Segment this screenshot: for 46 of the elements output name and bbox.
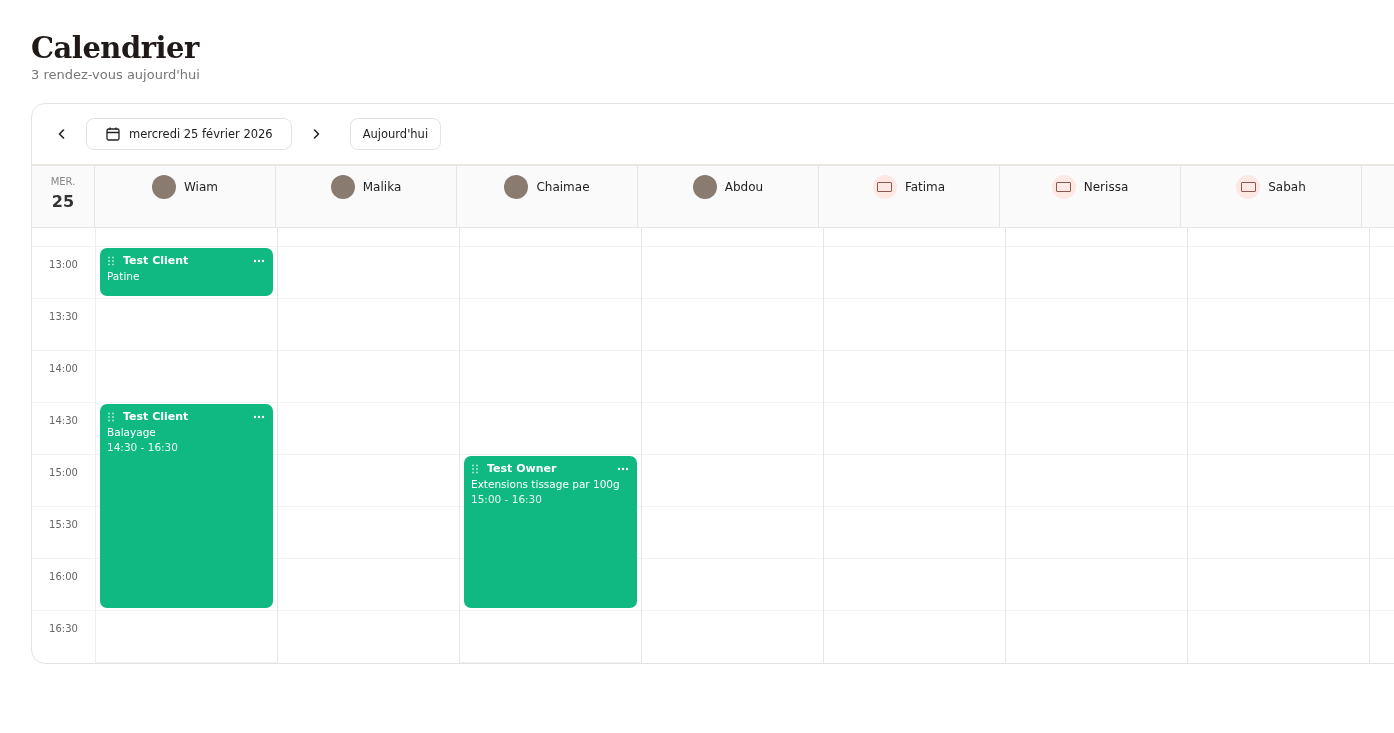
service-name: Extensions tissage par 100g [471, 478, 621, 490]
logo-avatar-icon [1051, 175, 1076, 199]
staff-name: Fatima [904, 179, 946, 196]
appointment-card[interactable]: Test Client Balayage 14:30 - 16:30 [100, 404, 273, 608]
page-subtitle: 3 rendez-vous aujourd'hui [31, 67, 201, 82]
service-name: Balayage [107, 426, 157, 438]
time-label: 14:30 [49, 415, 78, 426]
avatar-placeholder [692, 175, 717, 199]
calendar-icon [105, 126, 121, 142]
time-label: 15:30 [49, 519, 78, 530]
staff-name: Sabah [1268, 179, 1306, 196]
staff-name: Nerissa [1083, 179, 1129, 196]
more-options-icon[interactable] [253, 414, 265, 419]
appointment-card[interactable]: Test Owner Extensions tissage par 100g 15:00 - 16:30 [464, 456, 637, 608]
drag-handle-icon[interactable] [107, 255, 115, 266]
avatar-placeholder [152, 175, 176, 199]
time-label: 15:00 [49, 467, 78, 478]
page-title: Calendrier [31, 30, 201, 66]
avatar-placeholder [504, 175, 529, 199]
staff-name: Malika [362, 179, 402, 196]
more-options-icon[interactable] [617, 466, 629, 471]
client-name: Test Client [123, 410, 190, 423]
logo-avatar-icon [1236, 175, 1261, 199]
time-label: 16:00 [49, 571, 78, 582]
time-label: 13:30 [49, 311, 78, 322]
avatar-placeholder [330, 175, 355, 199]
today-button[interactable]: Aujourd'hui [349, 118, 442, 150]
appointment-time: 14:30 - 16:30 [107, 441, 179, 453]
staff-name: Abdou [724, 179, 764, 196]
time-label: 16:30 [49, 623, 78, 634]
appointment-time: 15:00 - 16:30 [471, 493, 543, 505]
time-label: 13:00 [49, 259, 78, 270]
time-label: 14:00 [49, 363, 78, 374]
drag-handle-icon[interactable] [107, 411, 115, 422]
service-name: Patine [107, 270, 141, 282]
more-options-icon[interactable] [253, 258, 265, 263]
date-picker-button[interactable]: mercredi 25 février 2026 [86, 118, 292, 150]
client-name: Test Client [123, 254, 190, 267]
client-name: Test Owner [487, 462, 558, 475]
appointment-card[interactable]: Test Client Patine [100, 248, 273, 296]
day-number: 25 [51, 192, 75, 211]
staff-name: Chaimae [536, 179, 590, 196]
staff-name: Wiam [184, 179, 218, 196]
drag-handle-icon[interactable] [471, 463, 479, 474]
logo-avatar-icon [872, 175, 897, 199]
weekday-label: MER. [50, 176, 76, 187]
